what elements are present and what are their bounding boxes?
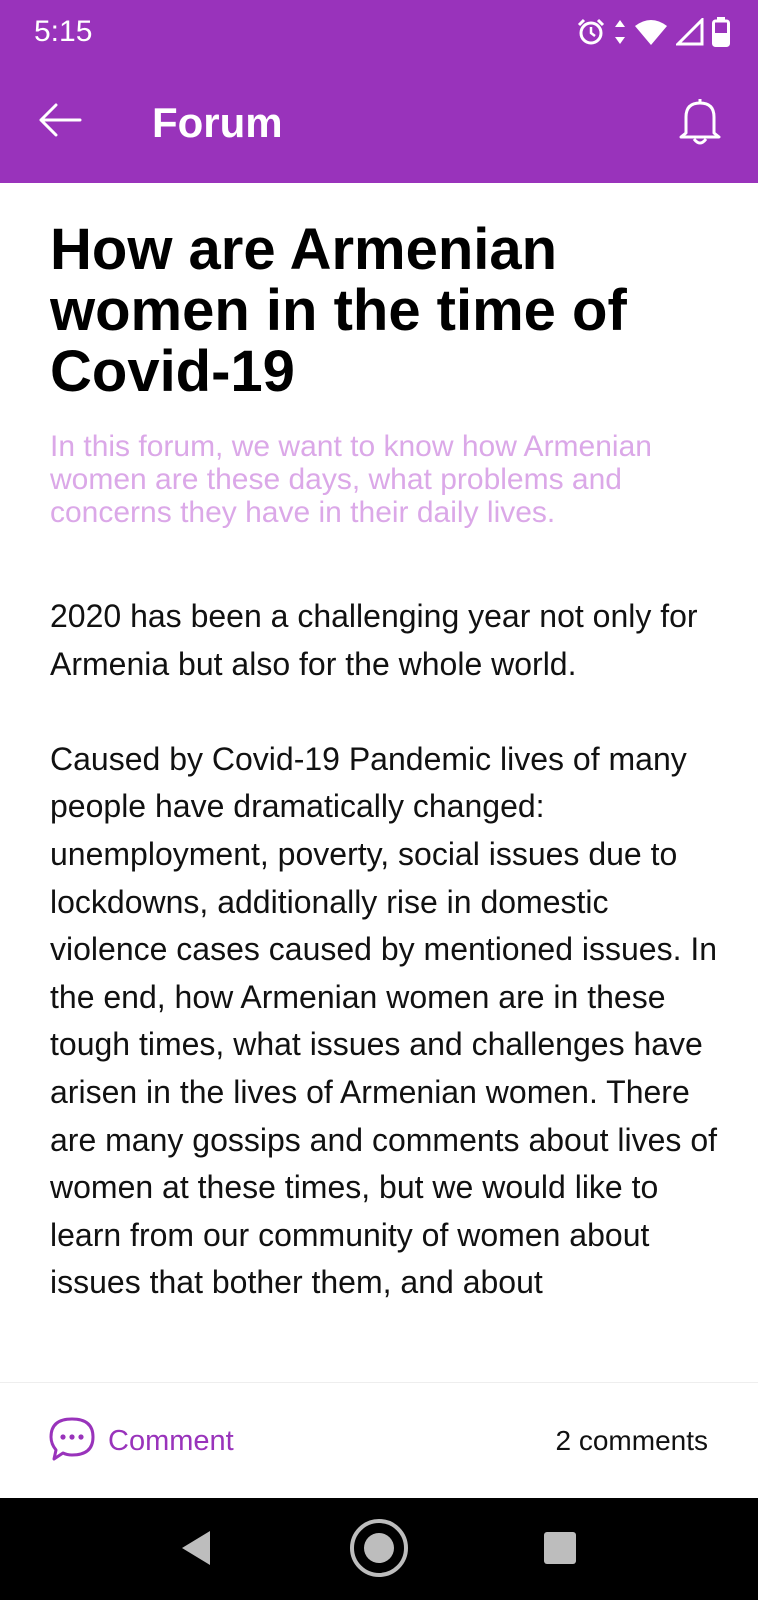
nav-back-button[interactable] — [166, 1520, 226, 1580]
signal-icon — [676, 18, 704, 46]
nav-back-icon — [179, 1529, 213, 1572]
comment-button[interactable]: Comment — [48, 1416, 234, 1467]
chat-bubble-icon — [48, 1416, 96, 1467]
page-title: Forum — [152, 99, 283, 146]
status-time: 5:15 — [34, 15, 93, 48]
system-nav-bar — [0, 1498, 758, 1600]
post-content: How are Armenian women in the time of Co… — [50, 183, 720, 1383]
post-subtitle: In this forum, we want to know how Armen… — [50, 430, 652, 529]
nav-recents-button[interactable] — [530, 1520, 590, 1580]
back-button[interactable] — [30, 92, 90, 152]
post-body: 2020 has been a challenging year not onl… — [50, 593, 720, 1307]
nav-home-icon — [349, 1518, 409, 1583]
app-bar: Forum — [0, 64, 758, 183]
post-paragraph: 2020 has been a challenging year not onl… — [50, 598, 698, 682]
bottom-action-bar: Comment 2 comments — [0, 1382, 758, 1498]
comment-count[interactable]: 2 comments — [556, 1425, 709, 1457]
post-title: How are Armenian women in the time of Co… — [50, 217, 627, 404]
post-paragraph: Caused by Covid-19 Pandemic lives of man… — [50, 740, 718, 1301]
data-arrows-icon — [614, 19, 626, 45]
battery-icon — [712, 17, 730, 47]
status-bar: 5:15 — [0, 0, 758, 64]
alarm-icon — [576, 17, 606, 47]
status-icons — [576, 16, 730, 48]
nav-recents-icon — [543, 1531, 577, 1570]
comment-label: Comment — [108, 1425, 234, 1457]
wifi-icon — [634, 18, 668, 46]
notifications-button[interactable] — [668, 90, 732, 154]
arrow-left-icon — [38, 102, 82, 143]
nav-home-button[interactable] — [349, 1518, 409, 1583]
bell-icon — [678, 95, 722, 150]
